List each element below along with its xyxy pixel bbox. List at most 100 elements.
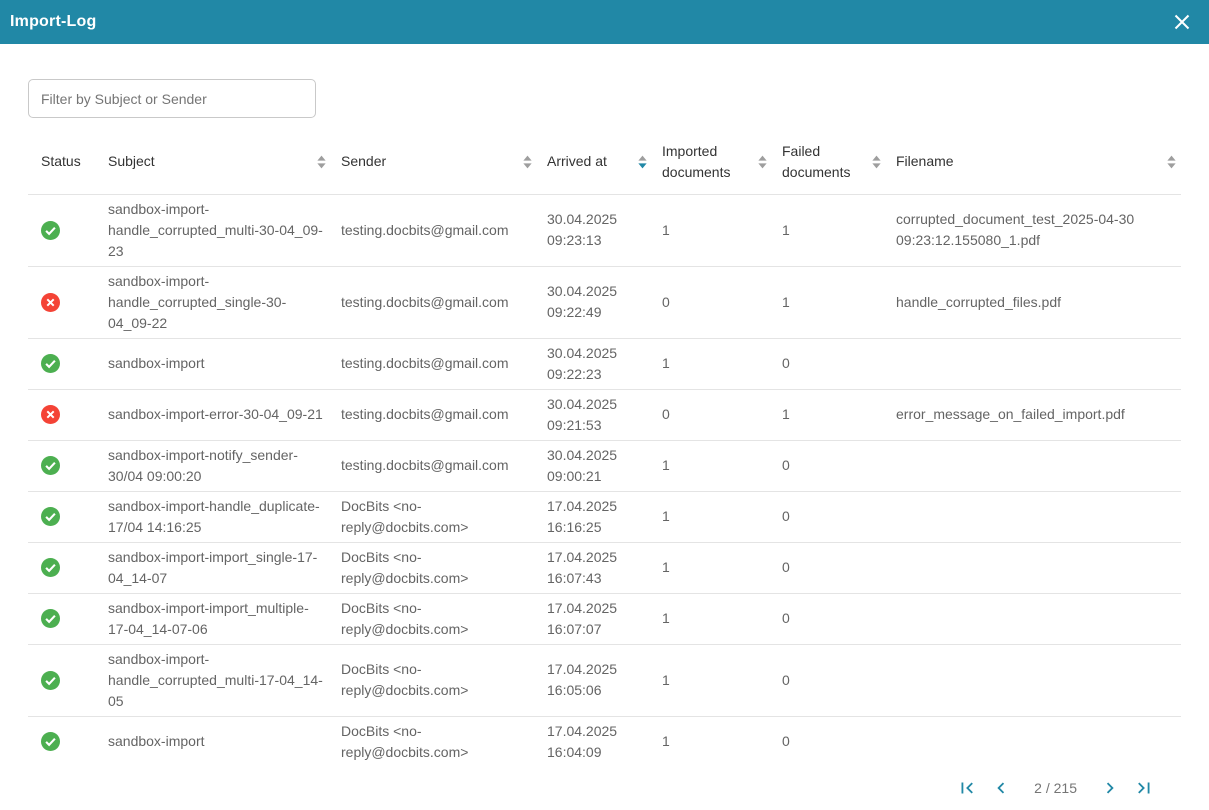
status-success-icon: [41, 354, 60, 373]
imported-cell: 1: [662, 440, 782, 491]
status-error-icon: [41, 293, 60, 312]
failed-cell: 0: [782, 542, 896, 593]
sender-cell: testing.docbits@gmail.com: [341, 194, 547, 266]
failed-cell: 0: [782, 644, 896, 716]
column-header-sender[interactable]: Sender: [341, 130, 547, 194]
filename-cell: corrupted_document_test_2025-04-30 09:23…: [896, 194, 1181, 266]
column-header-subject[interactable]: Subject: [108, 130, 341, 194]
arrived-at-cell: 30.04.2025 09:21:53: [547, 389, 662, 440]
arrived-at-cell: 17.04.2025 16:07:43: [547, 542, 662, 593]
column-label: Failed documents: [782, 141, 865, 183]
column-header-failed[interactable]: Failed documents: [782, 130, 896, 194]
failed-cell: 1: [782, 194, 896, 266]
status-cell: [28, 389, 108, 440]
imported-cell: 0: [662, 266, 782, 338]
failed-cell: 1: [782, 389, 896, 440]
subject-cell: sandbox-import-import_single-17-04_14-07: [108, 542, 341, 593]
status-success-icon: [41, 671, 60, 690]
status-cell: [28, 194, 108, 266]
previous-page-button[interactable]: [988, 775, 1014, 801]
table-row: sandbox-import-handle_corrupted_single-3…: [28, 266, 1181, 338]
next-page-button[interactable]: [1097, 775, 1123, 801]
imported-cell: 0: [662, 389, 782, 440]
modal-header: Import-Log: [0, 0, 1209, 44]
sort-icon: [637, 154, 648, 170]
status-cell: [28, 338, 108, 389]
subject-cell: sandbox-import-handle_corrupted_multi-30…: [108, 194, 341, 266]
table-row: sandbox-import-import_single-17-04_14-07…: [28, 542, 1181, 593]
status-cell: [28, 440, 108, 491]
modal-title: Import-Log: [10, 13, 96, 31]
column-label: Arrived at: [547, 151, 607, 172]
status-success-icon: [41, 456, 60, 475]
close-button[interactable]: [1169, 9, 1195, 35]
column-header-arrived_at[interactable]: Arrived at: [547, 130, 662, 194]
chevron-right-icon: [1099, 777, 1121, 799]
chevron-left-icon: [990, 777, 1012, 799]
imported-cell: 1: [662, 542, 782, 593]
filename-cell: [896, 338, 1181, 389]
arrived-at-cell: 30.04.2025 09:00:21: [547, 440, 662, 491]
filter-input[interactable]: [28, 79, 316, 118]
table-row: sandbox-import-import_multiple-17-04_14-…: [28, 593, 1181, 644]
filename-cell: [896, 593, 1181, 644]
sender-cell: testing.docbits@gmail.com: [341, 266, 547, 338]
subject-cell: sandbox-import: [108, 716, 341, 767]
table-row: sandbox-import-notify_sender-30/04 09:00…: [28, 440, 1181, 491]
column-header-imported[interactable]: Imported documents: [662, 130, 782, 194]
table-row: sandbox-import-handle_corrupted_multi-17…: [28, 644, 1181, 716]
arrived-at-cell: 17.04.2025 16:05:06: [547, 644, 662, 716]
first-page-button[interactable]: [954, 775, 980, 801]
subject-cell: sandbox-import-handle_corrupted_multi-17…: [108, 644, 341, 716]
column-header-filename[interactable]: Filename: [896, 130, 1181, 194]
filename-cell: [896, 491, 1181, 542]
last-page-icon: [1133, 777, 1155, 799]
sender-cell: DocBits <no-reply@docbits.com>: [341, 491, 547, 542]
close-icon: [1173, 13, 1191, 31]
column-header-status: Status: [28, 130, 108, 194]
subject-cell: sandbox-import-handle_duplicate-17/04 14…: [108, 491, 341, 542]
status-cell: [28, 542, 108, 593]
sender-cell: DocBits <no-reply@docbits.com>: [341, 716, 547, 767]
column-label: Imported documents: [662, 141, 751, 183]
failed-cell: 0: [782, 491, 896, 542]
filename-cell: [896, 716, 1181, 767]
imported-cell: 1: [662, 491, 782, 542]
table-row: sandbox-importDocBits <no-reply@docbits.…: [28, 716, 1181, 767]
subject-cell: sandbox-import-notify_sender-30/04 09:00…: [108, 440, 341, 491]
column-label: Status: [41, 151, 81, 172]
imported-cell: 1: [662, 593, 782, 644]
failed-cell: 1: [782, 266, 896, 338]
imported-cell: 1: [662, 194, 782, 266]
subject-cell: sandbox-import-error-30-04_09-21: [108, 389, 341, 440]
status-cell: [28, 491, 108, 542]
table-body: sandbox-import-handle_corrupted_multi-30…: [28, 194, 1181, 767]
failed-cell: 0: [782, 338, 896, 389]
status-success-icon: [41, 558, 60, 577]
status-cell: [28, 593, 108, 644]
column-label: Subject: [108, 151, 155, 172]
status-success-icon: [41, 732, 60, 751]
arrived-at-cell: 30.04.2025 09:22:23: [547, 338, 662, 389]
status-cell: [28, 266, 108, 338]
table-row: sandbox-import-handle_duplicate-17/04 14…: [28, 491, 1181, 542]
first-page-icon: [956, 777, 978, 799]
imported-cell: 1: [662, 338, 782, 389]
status-success-icon: [41, 507, 60, 526]
sender-cell: DocBits <no-reply@docbits.com>: [341, 644, 547, 716]
arrived-at-cell: 30.04.2025 09:22:49: [547, 266, 662, 338]
status-success-icon: [41, 221, 60, 240]
import-log-table: Status Subject Sender Arrived at Imported do…: [28, 130, 1181, 767]
import-log-modal: Import-Log Status Subject Sender Arrived at…: [0, 0, 1209, 801]
column-label: Sender: [341, 151, 386, 172]
sender-cell: DocBits <no-reply@docbits.com>: [341, 542, 547, 593]
status-cell: [28, 644, 108, 716]
pagination: 2 / 215: [28, 775, 1181, 801]
sort-icon: [871, 154, 882, 170]
arrived-at-cell: 17.04.2025 16:16:25: [547, 491, 662, 542]
last-page-button[interactable]: [1131, 775, 1157, 801]
sort-icon: [316, 154, 327, 170]
failed-cell: 0: [782, 440, 896, 491]
modal-content: Status Subject Sender Arrived at Imported do…: [0, 79, 1209, 801]
failed-cell: 0: [782, 716, 896, 767]
